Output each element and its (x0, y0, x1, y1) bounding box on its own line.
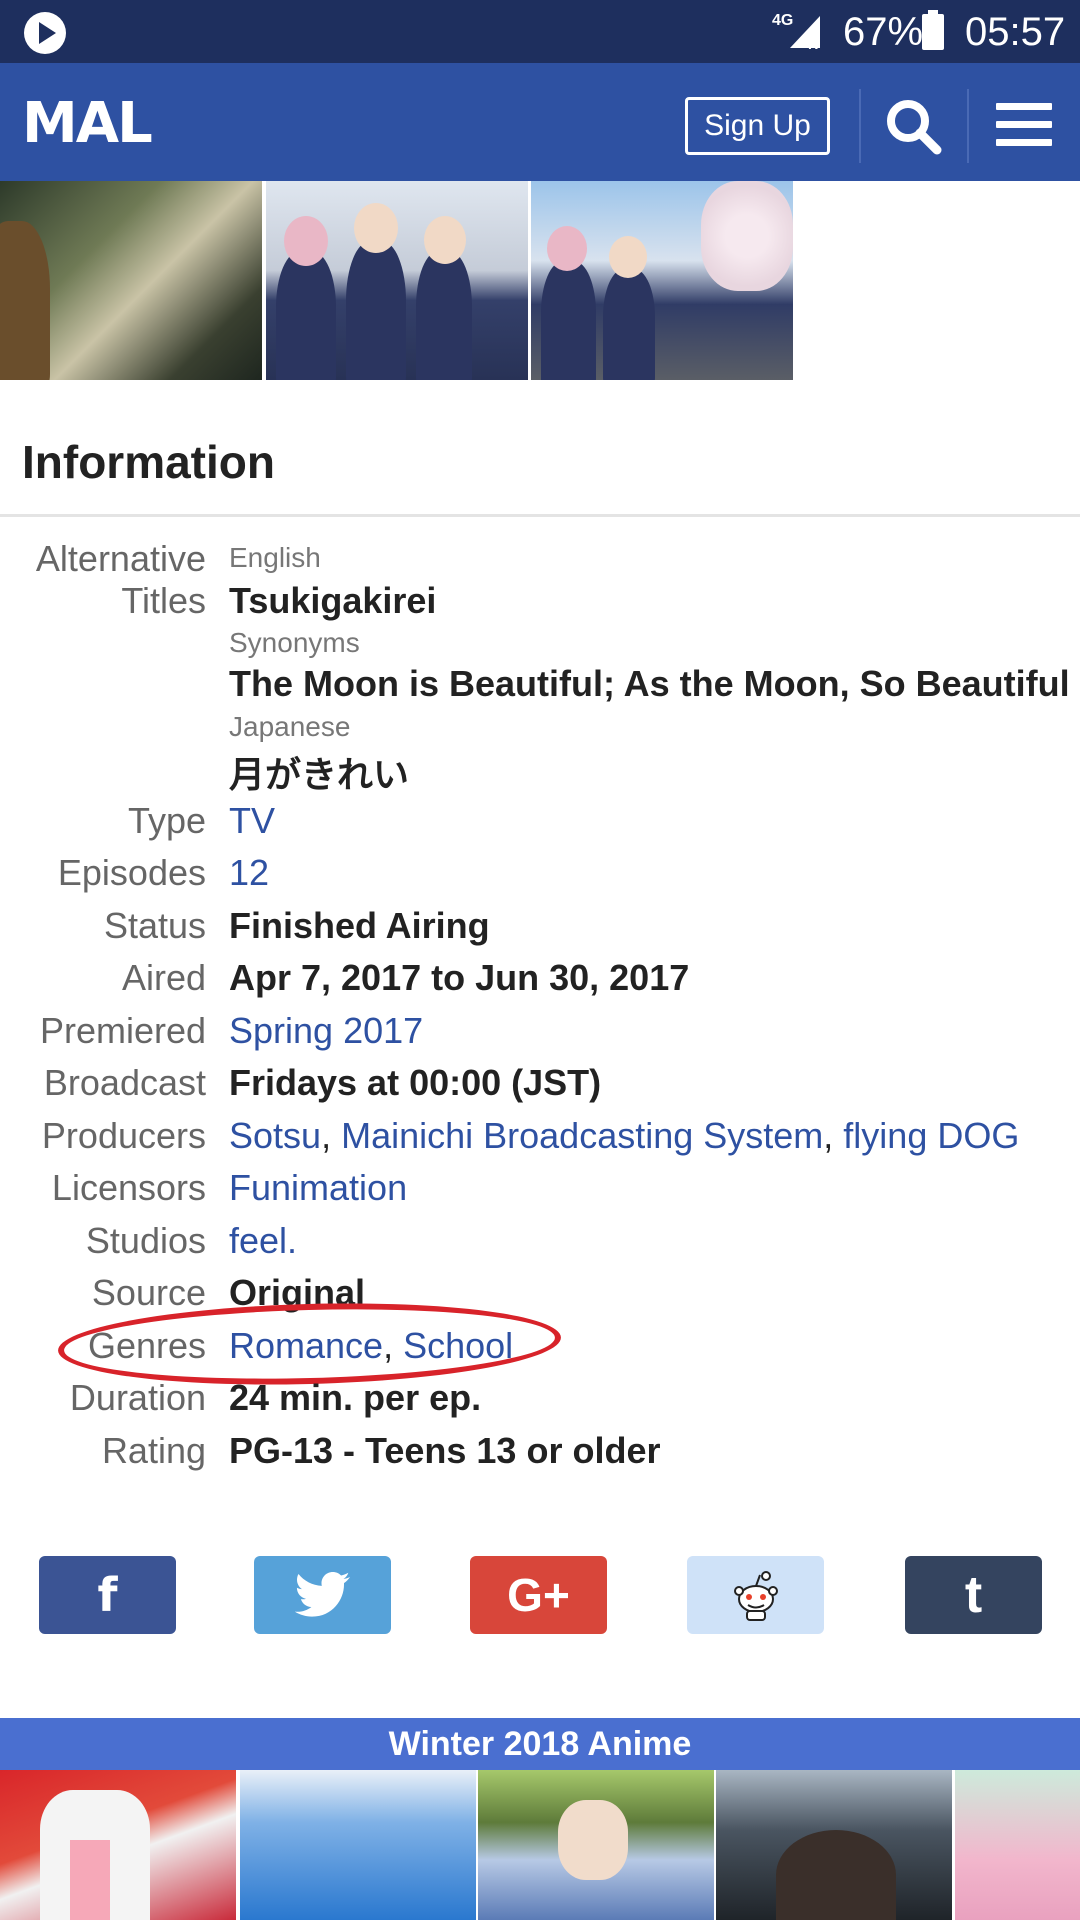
hamburger-menu-icon[interactable] (996, 103, 1052, 147)
reddit-alien-icon (733, 1571, 778, 1621)
play-icon (24, 12, 66, 54)
producer-link-sotsu[interactable]: Sotsu (229, 1115, 321, 1156)
information-heading: Information (22, 436, 275, 488)
premiered-link[interactable]: Spring 2017 (229, 1010, 423, 1052)
screenshot-gallery (0, 181, 794, 380)
english-label: English (229, 542, 321, 573)
twitter-share-button[interactable] (254, 1556, 391, 1634)
twitter-bird-icon (294, 1572, 350, 1617)
roaming-indicator: R (808, 36, 819, 52)
facebook-share-button[interactable]: f (39, 1556, 176, 1634)
reddit-share-button[interactable] (687, 1556, 824, 1634)
licensors-label: Licensors (51, 1167, 206, 1208)
clock: 05:57 (965, 10, 1066, 54)
synonyms-value: The Moon is Beautiful; As the Moon, So B… (229, 663, 1070, 704)
google-plus-share-button[interactable]: G+ (470, 1556, 607, 1634)
producer-separator: , (321, 1115, 342, 1156)
producers-value: Sotsu, Mainichi Broadcasting System, fly… (229, 1115, 1019, 1157)
source-label: Source (91, 1272, 206, 1313)
tumblr-icon: t (964, 1566, 983, 1624)
gallery-image[interactable] (531, 181, 793, 380)
season-anime-thumbnail[interactable] (478, 1770, 714, 1920)
battery-percentage: 67% (843, 10, 924, 54)
facebook-icon: f (97, 1568, 118, 1622)
google-plus-icon: G+ (507, 1569, 570, 1621)
premiered-label: Premiered (39, 1010, 206, 1051)
divider (0, 514, 1080, 517)
header-divider (967, 89, 969, 163)
status-bar: 4G R 67% 05:57 (0, 0, 1080, 63)
type-label: Type (127, 800, 206, 841)
episodes-value[interactable]: 12 (229, 852, 269, 894)
aired-value: Apr 7, 2017 to Jun 30, 2017 (229, 957, 690, 998)
header-divider (859, 89, 861, 163)
season-anime-thumbnail[interactable] (0, 1770, 236, 1920)
duration-value: 24 min. per ep. (229, 1377, 482, 1418)
producer-separator: , (823, 1115, 844, 1156)
gallery-image[interactable] (266, 181, 528, 380)
season-anime-thumbnail[interactable] (716, 1770, 952, 1920)
japanese-title: 月がきれい (229, 755, 410, 796)
broadcast-label: Broadcast (43, 1062, 206, 1103)
search-icon[interactable] (884, 97, 942, 155)
season-anime-thumbnail[interactable] (240, 1770, 476, 1920)
english-title: Tsukigakirei (229, 580, 437, 621)
aired-label: Aired (121, 957, 206, 998)
producers-label: Producers (41, 1115, 206, 1156)
broadcast-value: Fridays at 00:00 (JST) (229, 1062, 602, 1103)
episodes-label: Episodes (57, 852, 206, 893)
status-label: Status (103, 905, 206, 946)
producer-link-flying-dog[interactable]: flying DOG (843, 1115, 1019, 1156)
japanese-label: Japanese (229, 711, 351, 742)
type-link[interactable]: TV (229, 800, 275, 842)
app-header: MAL Sign Up (0, 63, 1080, 181)
rating-label: Rating (101, 1430, 206, 1471)
synonyms-label: Synonyms (229, 627, 360, 658)
alternative-titles-label-2: Titles (121, 580, 206, 621)
season-anime-thumbnail[interactable] (955, 1770, 1080, 1920)
producer-link-mbs[interactable]: Mainichi Broadcasting System (341, 1115, 823, 1156)
duration-label: Duration (69, 1377, 206, 1418)
studios-label: Studios (85, 1220, 206, 1261)
tumblr-share-button[interactable]: t (905, 1556, 1042, 1634)
battery-icon (922, 10, 944, 50)
season-banner[interactable]: Winter 2018 Anime (0, 1718, 1080, 1770)
alternative-titles-label: Alternative (35, 538, 206, 579)
status-value: Finished Airing (229, 905, 490, 946)
mal-logo[interactable]: MAL (22, 91, 153, 156)
studio-link[interactable]: feel. (229, 1220, 297, 1262)
licensor-link[interactable]: Funimation (229, 1167, 407, 1209)
sign-up-button[interactable]: Sign Up (685, 97, 830, 155)
gallery-image[interactable] (0, 181, 262, 380)
rating-value: PG-13 - Teens 13 or older (229, 1430, 661, 1471)
